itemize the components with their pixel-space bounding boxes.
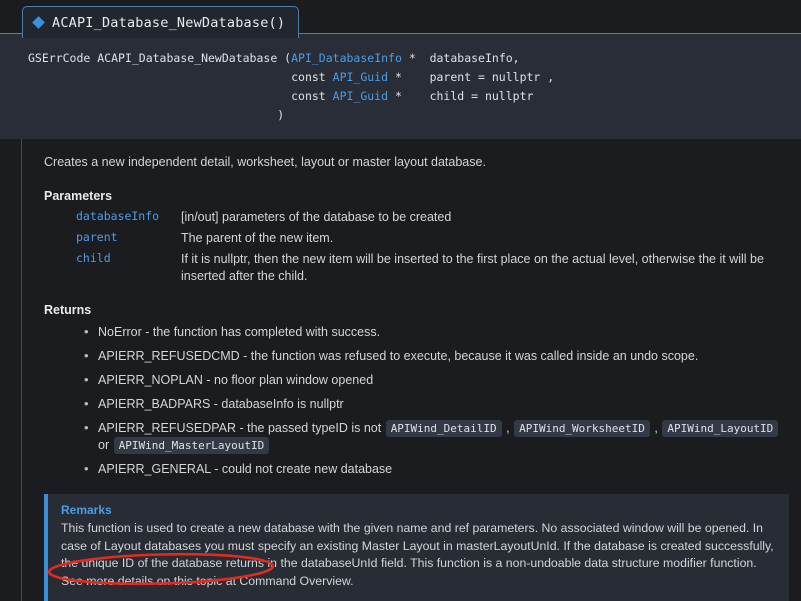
- return-text: or: [98, 438, 113, 452]
- parameter-description: The parent of the new item.: [181, 231, 334, 245]
- return-code-tag: APIWind_LayoutID: [662, 420, 779, 437]
- remarks-text: This function is used to create a new da…: [61, 521, 774, 588]
- return-text: APIERR_GENERAL - could not create new da…: [98, 462, 393, 476]
- signature-token: * child = nullptr: [388, 89, 534, 103]
- documentation-page: ACAPI_Database_NewDatabase() GSErrCode A…: [0, 0, 801, 601]
- signature-line: GSErrCode ACAPI_Database_NewDatabase (AP…: [28, 49, 801, 68]
- function-tab[interactable]: ACAPI_Database_NewDatabase(): [22, 6, 300, 38]
- parameters-list: databaseInfo [in/out] parameters of the d…: [44, 209, 789, 285]
- returns-list: NoError - the function has completed wit…: [84, 323, 789, 478]
- diamond-icon: [32, 16, 45, 29]
- signature-token: ): [28, 108, 285, 122]
- return-text: APIERR_NOPLAN - no floor plan window ope…: [98, 373, 374, 387]
- parameter-name: child: [76, 251, 111, 265]
- return-text: NoError - the function has completed wit…: [98, 325, 381, 339]
- return-text: APIERR_REFUSEDPAR - the passed typeID is…: [98, 421, 385, 435]
- return-item: APIERR_GENERAL - could not create new da…: [84, 460, 789, 478]
- return-item: APIERR_BADPARS - databaseInfo is nullptr: [84, 395, 789, 413]
- function-title: ACAPI_Database_NewDatabase(): [52, 14, 286, 31]
- return-item: APIERR_NOPLAN - no floor plan window ope…: [84, 371, 789, 389]
- signature-token: API_DatabaseInfo: [291, 51, 402, 65]
- return-code-tag: APIWind_WorksheetID: [514, 420, 650, 437]
- signature-token: * databaseInfo,: [401, 51, 520, 65]
- signature-panel: GSErrCode ACAPI_Database_NewDatabase (AP…: [0, 33, 801, 139]
- parameter-row: databaseInfo [in/out] parameters of the d…: [44, 209, 789, 226]
- parameter-name: parent: [76, 230, 118, 244]
- return-code-tag: APIWind_DetailID: [385, 420, 502, 437]
- signature-line: const API_Guid * child = nullptr: [28, 87, 801, 106]
- return-text: APIERR_BADPARS - databaseInfo is nullptr: [98, 397, 344, 411]
- returns-heading: Returns: [44, 303, 92, 317]
- remarks-callout: Remarks This function is used to create …: [44, 494, 789, 601]
- signature-token: const: [28, 70, 333, 84]
- parameter-description: If it is nullptr, then the new item will…: [181, 252, 764, 283]
- return-code-tag: APIWind_MasterLayoutID: [113, 437, 270, 454]
- parameter-name: databaseInfo: [76, 209, 160, 223]
- signature-token: API_Guid: [332, 89, 389, 103]
- return-text: ,: [650, 421, 662, 435]
- signature-token: * parent = nullptr ,: [388, 70, 555, 84]
- return-text: ,: [502, 421, 514, 435]
- return-item: APIERR_REFUSEDPAR - the passed typeID is…: [84, 419, 789, 454]
- function-description: Creates a new independent detail, worksh…: [44, 155, 486, 169]
- signature-line: ): [28, 106, 801, 125]
- parameter-row: child If it is nullptr, then the new item…: [44, 251, 789, 285]
- return-item: APIERR_REFUSEDCMD - the function was ref…: [84, 347, 789, 365]
- function-tab-row: ACAPI_Database_NewDatabase(): [0, 0, 801, 38]
- parameter-description: [in/out] parameters of the database to b…: [181, 210, 452, 224]
- signature-token: API_Guid: [332, 70, 389, 84]
- parameter-row: parent The parent of the new item.: [44, 230, 789, 247]
- parameters-heading: Parameters: [44, 189, 113, 203]
- remarks-heading: Remarks: [61, 503, 112, 517]
- signature-token: GSErrCode ACAPI_Database_NewDatabase (: [28, 51, 292, 65]
- return-item: NoError - the function has completed wit…: [84, 323, 789, 341]
- documentation-body: Creates a new independent detail, worksh…: [21, 139, 801, 601]
- return-text: APIERR_REFUSEDCMD - the function was ref…: [98, 349, 699, 363]
- signature-token: const: [28, 89, 333, 103]
- signature-line: const API_Guid * parent = nullptr ,: [28, 68, 801, 87]
